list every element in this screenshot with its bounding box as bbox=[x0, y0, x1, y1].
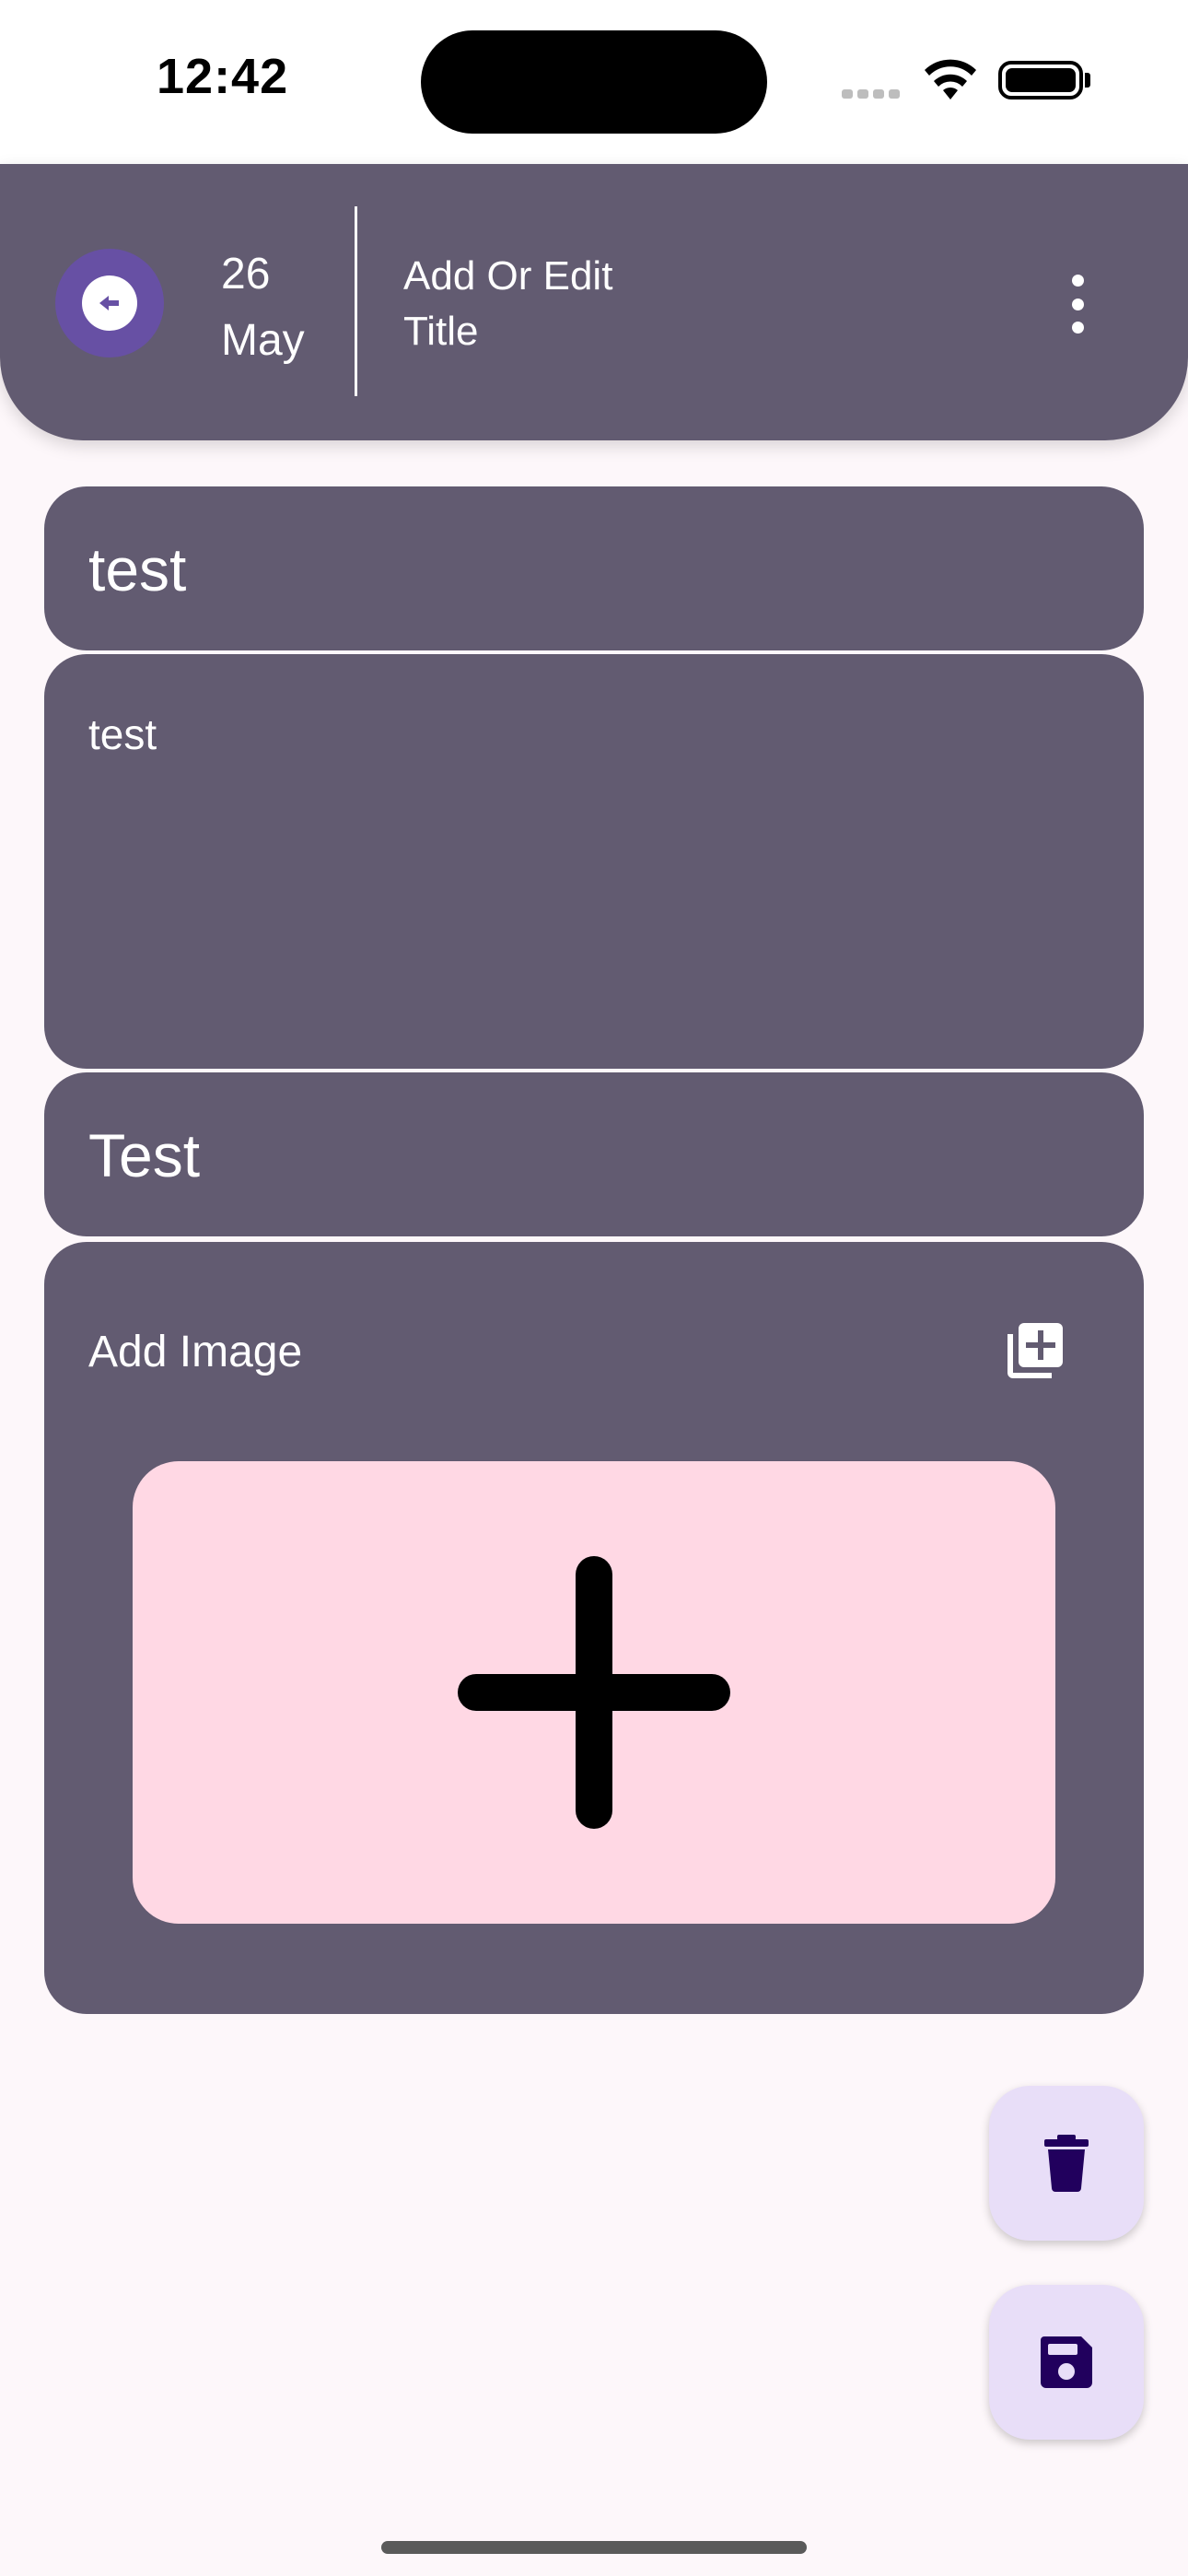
arrow-left-circle-icon bbox=[82, 275, 137, 331]
category-input-value: Test bbox=[88, 1121, 201, 1189]
image-picker-area[interactable] bbox=[133, 1461, 1055, 1924]
back-button[interactable] bbox=[55, 249, 164, 357]
wifi-icon bbox=[925, 59, 976, 100]
trash-icon bbox=[1044, 2135, 1089, 2192]
add-photo-library-icon[interactable] bbox=[1004, 1321, 1065, 1382]
header-date: 26 May bbox=[221, 241, 305, 374]
title-field[interactable]: test bbox=[44, 486, 1144, 650]
date-month: May bbox=[221, 316, 305, 365]
save-button[interactable] bbox=[989, 2285, 1144, 2440]
more-vertical-icon[interactable] bbox=[1059, 275, 1096, 334]
add-image-label: Add Image bbox=[88, 1328, 303, 1376]
dynamic-island bbox=[421, 30, 767, 134]
page-title: Add Or Edit Title bbox=[403, 253, 613, 354]
floppy-disk-icon bbox=[1041, 2336, 1092, 2388]
app-header: 26 May Add Or Edit Title bbox=[0, 164, 1188, 440]
add-image-card: Add Image bbox=[44, 1242, 1144, 2014]
plus-icon bbox=[458, 1556, 730, 1829]
cellular-signal-icon bbox=[842, 87, 904, 103]
header-divider bbox=[355, 206, 357, 396]
date-day: 26 bbox=[221, 250, 271, 299]
description-field[interactable]: test bbox=[44, 654, 1144, 1069]
delete-button[interactable] bbox=[989, 2086, 1144, 2241]
status-time: 12:42 bbox=[157, 49, 289, 104]
status-bar: 12:42 bbox=[0, 0, 1188, 164]
battery-icon bbox=[998, 61, 1083, 100]
description-input-value: test bbox=[88, 710, 157, 758]
category-field[interactable]: Test bbox=[44, 1072, 1144, 1236]
title-input-value: test bbox=[88, 535, 187, 603]
home-indicator bbox=[381, 2541, 807, 2554]
